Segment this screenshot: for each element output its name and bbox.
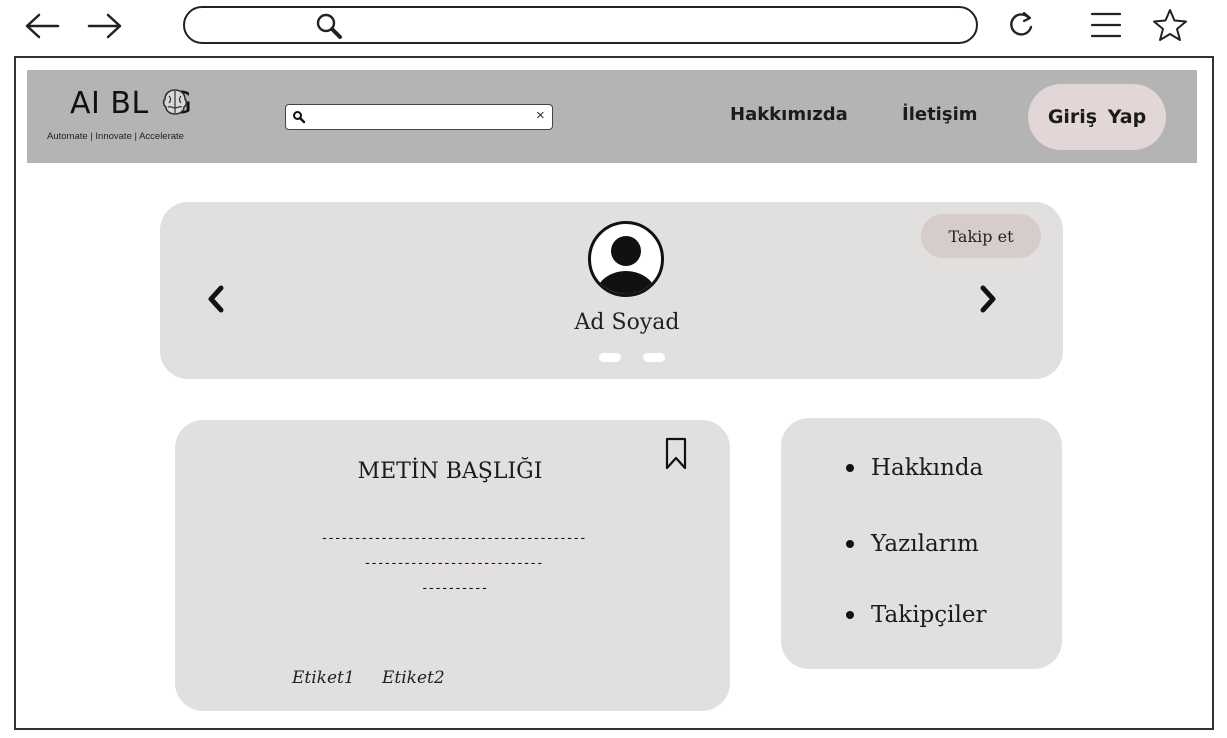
forward-arrow-icon[interactable] [85,8,125,44]
article-title[interactable]: METİN BAŞLIĞI [300,459,600,484]
article-tag[interactable]: Etiket1 [292,668,355,688]
follow-button[interactable]: Takip et [921,214,1041,258]
bullet-icon [846,540,854,548]
menu-item-label: Hakkında [871,455,984,481]
menu-item-posts[interactable]: Yazılarım [846,531,979,557]
bookmark-star-icon[interactable] [1150,6,1190,44]
brain-logo-icon [161,87,189,117]
avatar[interactable] [586,219,666,299]
menu-item-label: Takipçiler [871,602,987,628]
menu-item-followers[interactable]: Takipçiler [846,602,986,628]
back-arrow-icon[interactable] [22,8,62,44]
article-body-line: ---------- [420,581,488,596]
search-icon [292,110,306,124]
article-tag[interactable]: Etiket2 [382,668,445,688]
search-icon [313,10,345,42]
reload-icon[interactable] [1004,8,1038,42]
menu-item-about[interactable]: Hakkında [846,455,983,481]
carousel-dot-1[interactable] [599,353,621,362]
clear-search-icon[interactable]: × [536,107,545,124]
article-body-line: --------------------------- [363,556,544,571]
site-logo[interactable]: AI BL G [70,86,230,121]
site-tagline: Automate | Innovate | Accelerate [47,131,184,142]
profile-name: Ad Soyad [574,310,680,335]
menu-icon[interactable] [1088,8,1124,42]
bullet-icon [846,464,854,472]
carousel-next-icon[interactable] [977,283,999,315]
address-bar[interactable] [183,6,978,44]
nav-link-about[interactable]: Hakkımızda [730,104,848,125]
carousel-dot-2[interactable] [643,353,665,362]
article-body-line: ---------------------------------------- [320,531,586,546]
login-button[interactable]: Giriş Yap [1028,84,1166,150]
bookmark-icon[interactable] [664,437,688,471]
nav-link-contact[interactable]: İletişim [902,104,978,125]
carousel-prev-icon[interactable] [205,283,227,315]
menu-item-label: Yazılarım [871,531,979,557]
bullet-icon [846,611,854,619]
site-search-input[interactable]: × [285,104,553,130]
